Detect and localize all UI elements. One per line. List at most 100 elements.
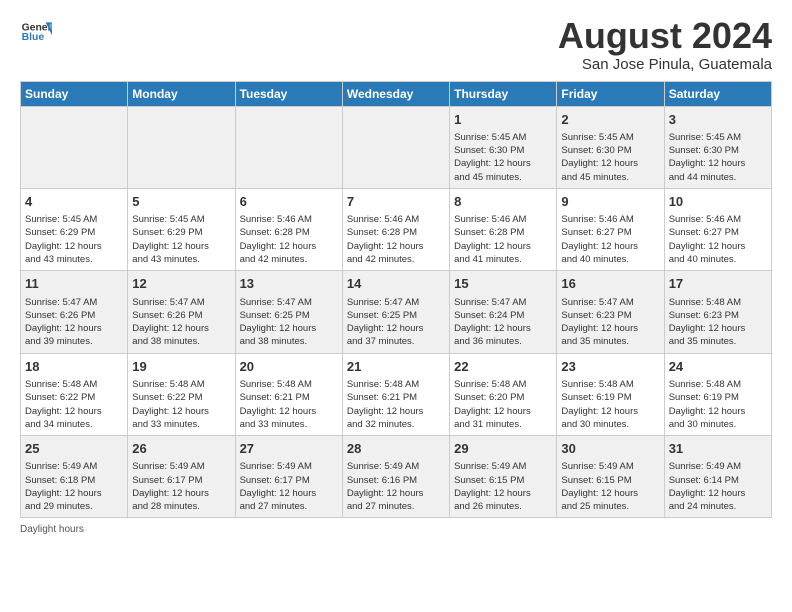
- day-number: 23: [561, 358, 659, 376]
- day-info: and 40 minutes.: [561, 253, 659, 266]
- day-cell: 3Sunrise: 5:45 AMSunset: 6:30 PMDaylight…: [664, 106, 771, 188]
- day-info: Sunset: 6:16 PM: [347, 474, 445, 487]
- day-info: and 36 minutes.: [454, 335, 552, 348]
- day-info: and 33 minutes.: [132, 418, 230, 431]
- day-number: 29: [454, 440, 552, 458]
- day-info: Sunset: 6:25 PM: [240, 309, 338, 322]
- day-info: Sunrise: 5:48 AM: [669, 296, 767, 309]
- day-cell: 6Sunrise: 5:46 AMSunset: 6:28 PMDaylight…: [235, 188, 342, 270]
- day-info: Sunset: 6:30 PM: [669, 144, 767, 157]
- day-number: 15: [454, 275, 552, 293]
- day-info: Daylight: 12 hours: [132, 405, 230, 418]
- day-info: Daylight: 12 hours: [240, 487, 338, 500]
- main-container: General Blue August 2024 San Jose Pinula…: [0, 0, 792, 545]
- day-info: Sunset: 6:18 PM: [25, 474, 123, 487]
- day-info: and 42 minutes.: [347, 253, 445, 266]
- day-info: Sunrise: 5:48 AM: [132, 378, 230, 391]
- header: General Blue August 2024 San Jose Pinula…: [20, 16, 772, 73]
- day-cell: 8Sunrise: 5:46 AMSunset: 6:28 PMDaylight…: [450, 188, 557, 270]
- day-info: Sunrise: 5:46 AM: [669, 213, 767, 226]
- day-info: Sunrise: 5:49 AM: [561, 460, 659, 473]
- day-info: and 25 minutes.: [561, 500, 659, 513]
- logo: General Blue: [20, 16, 52, 48]
- day-number: 25: [25, 440, 123, 458]
- day-cell: 18Sunrise: 5:48 AMSunset: 6:22 PMDayligh…: [21, 353, 128, 435]
- day-info: and 44 minutes.: [669, 171, 767, 184]
- day-info: Daylight: 12 hours: [25, 322, 123, 335]
- day-info: Daylight: 12 hours: [669, 322, 767, 335]
- col-header-friday: Friday: [557, 81, 664, 106]
- day-number: 11: [25, 275, 123, 293]
- day-cell: 23Sunrise: 5:48 AMSunset: 6:19 PMDayligh…: [557, 353, 664, 435]
- day-info: and 37 minutes.: [347, 335, 445, 348]
- day-info: Daylight: 12 hours: [25, 487, 123, 500]
- day-info: Sunrise: 5:48 AM: [454, 378, 552, 391]
- day-info: Sunrise: 5:46 AM: [347, 213, 445, 226]
- day-info: Sunrise: 5:47 AM: [25, 296, 123, 309]
- day-info: and 35 minutes.: [669, 335, 767, 348]
- day-number: 30: [561, 440, 659, 458]
- day-info: Sunset: 6:22 PM: [132, 391, 230, 404]
- day-info: and 27 minutes.: [240, 500, 338, 513]
- day-info: and 33 minutes.: [240, 418, 338, 431]
- day-cell: 27Sunrise: 5:49 AMSunset: 6:17 PMDayligh…: [235, 436, 342, 518]
- day-info: Daylight: 12 hours: [25, 240, 123, 253]
- day-number: 4: [25, 193, 123, 211]
- col-header-sunday: Sunday: [21, 81, 128, 106]
- day-cell: 13Sunrise: 5:47 AMSunset: 6:25 PMDayligh…: [235, 271, 342, 353]
- day-info: Daylight: 12 hours: [561, 240, 659, 253]
- day-info: Daylight: 12 hours: [132, 487, 230, 500]
- day-info: Sunrise: 5:45 AM: [669, 131, 767, 144]
- day-info: Sunset: 6:27 PM: [669, 226, 767, 239]
- day-info: and 43 minutes.: [132, 253, 230, 266]
- day-info: Daylight: 12 hours: [561, 487, 659, 500]
- day-info: and 45 minutes.: [561, 171, 659, 184]
- day-cell: [235, 106, 342, 188]
- day-number: 28: [347, 440, 445, 458]
- day-info: Sunset: 6:23 PM: [561, 309, 659, 322]
- day-info: Sunset: 6:17 PM: [132, 474, 230, 487]
- day-info: Daylight: 12 hours: [454, 157, 552, 170]
- day-info: Sunset: 6:21 PM: [347, 391, 445, 404]
- day-number: 5: [132, 193, 230, 211]
- day-cell: 20Sunrise: 5:48 AMSunset: 6:21 PMDayligh…: [235, 353, 342, 435]
- day-info: Sunset: 6:25 PM: [347, 309, 445, 322]
- day-info: Sunrise: 5:48 AM: [25, 378, 123, 391]
- day-cell: 12Sunrise: 5:47 AMSunset: 6:26 PMDayligh…: [128, 271, 235, 353]
- day-info: and 40 minutes.: [669, 253, 767, 266]
- day-info: Sunrise: 5:49 AM: [669, 460, 767, 473]
- day-info: Sunset: 6:19 PM: [561, 391, 659, 404]
- day-info: Daylight: 12 hours: [454, 240, 552, 253]
- day-info: Sunset: 6:30 PM: [561, 144, 659, 157]
- day-cell: 22Sunrise: 5:48 AMSunset: 6:20 PMDayligh…: [450, 353, 557, 435]
- header-row: SundayMondayTuesdayWednesdayThursdayFrid…: [21, 81, 772, 106]
- day-info: Sunset: 6:21 PM: [240, 391, 338, 404]
- day-cell: 16Sunrise: 5:47 AMSunset: 6:23 PMDayligh…: [557, 271, 664, 353]
- day-info: Sunset: 6:28 PM: [454, 226, 552, 239]
- day-cell: 1Sunrise: 5:45 AMSunset: 6:30 PMDaylight…: [450, 106, 557, 188]
- day-number: 21: [347, 358, 445, 376]
- day-info: Sunset: 6:20 PM: [454, 391, 552, 404]
- day-info: Daylight: 12 hours: [347, 322, 445, 335]
- week-row-1: 1Sunrise: 5:45 AMSunset: 6:30 PMDaylight…: [21, 106, 772, 188]
- day-info: Sunrise: 5:46 AM: [561, 213, 659, 226]
- day-cell: 26 Sunrise: 5:49 AMSunset: 6:17 PMDayligh…: [128, 436, 235, 518]
- day-info: Daylight: 12 hours: [25, 405, 123, 418]
- day-number: 26: [132, 440, 230, 458]
- day-info: Daylight: 12 hours: [454, 405, 552, 418]
- day-cell: 28Sunrise: 5:49 AMSunset: 6:16 PMDayligh…: [342, 436, 449, 518]
- day-info: and 28 minutes.: [132, 500, 230, 513]
- subtitle: San Jose Pinula, Guatemala: [558, 56, 772, 73]
- day-cell: [21, 106, 128, 188]
- day-info: Sunrise: 5:49 AM: [347, 460, 445, 473]
- day-info: and 27 minutes.: [347, 500, 445, 513]
- day-number: 19: [132, 358, 230, 376]
- day-info: and 35 minutes.: [561, 335, 659, 348]
- day-info: and 24 minutes.: [669, 500, 767, 513]
- day-info: Sunrise: 5:49 AM: [132, 460, 230, 473]
- week-row-2: 4Sunrise: 5:45 AMSunset: 6:29 PMDaylight…: [21, 188, 772, 270]
- col-header-saturday: Saturday: [664, 81, 771, 106]
- day-number: 2: [561, 111, 659, 129]
- day-number: 18: [25, 358, 123, 376]
- day-info: Sunrise: 5:47 AM: [132, 296, 230, 309]
